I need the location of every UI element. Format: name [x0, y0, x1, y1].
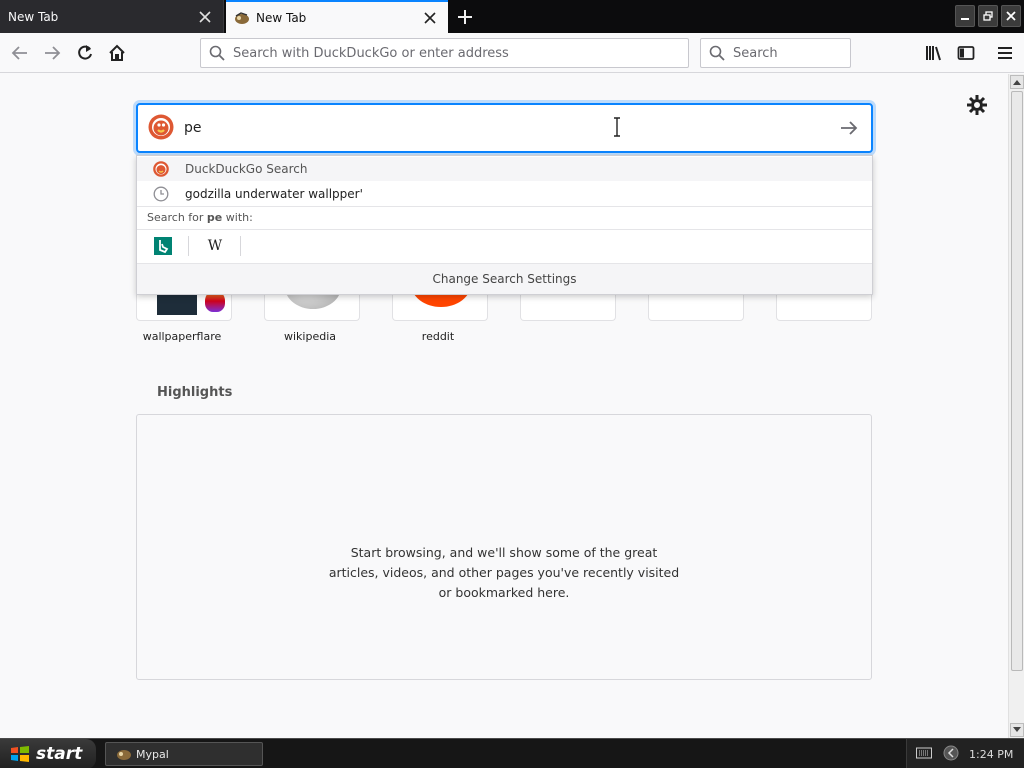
minimize-button[interactable]	[955, 5, 975, 27]
duckduckgo-icon	[153, 161, 169, 177]
search-icon	[709, 45, 725, 61]
close-window-button[interactable]	[1001, 5, 1021, 27]
highlights-empty-message: Start browsing, and we'll show some of t…	[328, 545, 680, 600]
gear-icon[interactable]	[966, 94, 988, 116]
highlights-heading: Highlights	[157, 385, 233, 400]
tab-new-tab-2[interactable]: New Tab	[226, 0, 448, 33]
navigation-toolbar: Search with DuckDuckGo or enter address …	[0, 33, 1024, 73]
new-tab-page: wallpaperflare wikipedia reddit pe DuckD…	[0, 74, 1008, 738]
network-icon[interactable]	[943, 745, 959, 764]
suggestion-history-item[interactable]: godzilla underwater wallpper'	[137, 182, 872, 206]
history-clock-icon	[153, 186, 169, 202]
search-for-prefix: Search for	[147, 211, 207, 224]
sidebar-icon	[957, 46, 975, 60]
back-button[interactable]	[6, 39, 34, 67]
keyboard-icon[interactable]	[916, 747, 932, 762]
tab-strip: New Tab New Tab	[0, 0, 1024, 33]
library-button[interactable]	[920, 39, 948, 67]
taskbar-item-label: Mypal	[136, 747, 169, 761]
new-tab-button[interactable]	[452, 4, 478, 30]
search-suggestions-dropdown: DuckDuckGo Search godzilla underwater wa…	[136, 155, 873, 295]
forward-button[interactable]	[38, 39, 66, 67]
menu-button[interactable]	[991, 39, 1019, 67]
search-for-suffix: with:	[222, 211, 253, 224]
top-site-label: wallpaperflare	[142, 330, 222, 343]
divider	[137, 206, 872, 207]
bing-icon[interactable]	[151, 234, 175, 258]
close-icon[interactable]	[195, 7, 215, 27]
mypal-icon	[117, 750, 131, 760]
system-tray: 1:24 PM	[906, 739, 1024, 768]
windows-logo-icon	[11, 746, 29, 762]
change-search-settings-button[interactable]: Change Search Settings	[137, 264, 872, 294]
forward-arrow-icon	[45, 46, 61, 60]
start-button[interactable]: start	[0, 739, 96, 768]
scroll-up-button[interactable]	[1010, 75, 1024, 89]
taskbar: start Mypal 1:24 PM	[0, 738, 1024, 768]
restore-button[interactable]	[978, 5, 998, 27]
tab-new-tab-1[interactable]: New Tab	[0, 0, 224, 33]
wikipedia-icon[interactable]: W	[203, 234, 227, 258]
start-label: start	[36, 744, 83, 764]
search-query-text: pe	[184, 120, 202, 136]
top-site-label: reddit	[421, 330, 455, 343]
mypal-favicon-icon	[234, 10, 250, 26]
reload-icon	[78, 45, 92, 60]
url-bar[interactable]: Search with DuckDuckGo or enter address	[200, 38, 689, 68]
newtab-search-input[interactable]: pe	[136, 103, 873, 153]
divider	[240, 236, 241, 256]
tab-label: New Tab	[8, 9, 59, 24]
suggestion-engine-search[interactable]: DuckDuckGo Search	[137, 157, 872, 181]
search-bar[interactable]: Search	[700, 38, 851, 68]
back-arrow-icon	[11, 46, 27, 60]
search-for-term: pe	[206, 211, 223, 224]
suggestion-label: godzilla underwater wallpper'	[185, 187, 363, 201]
reload-button[interactable]	[71, 39, 99, 67]
one-off-engines: W	[137, 230, 872, 262]
library-icon	[926, 46, 941, 61]
go-arrow-icon[interactable]	[839, 118, 859, 141]
tab-label: New Tab	[256, 10, 307, 25]
search-icon	[209, 45, 225, 61]
search-placeholder: Search	[733, 45, 778, 61]
scrollbar-thumb[interactable]	[1011, 91, 1023, 671]
home-icon	[109, 44, 125, 61]
clock: 1:24 PM	[969, 747, 1014, 761]
vertical-scrollbar[interactable]	[1008, 74, 1024, 738]
highlights-panel: Start browsing, and we'll show some of t…	[136, 414, 872, 680]
home-button[interactable]	[103, 39, 131, 67]
sidebar-button[interactable]	[952, 39, 980, 67]
plus-icon	[458, 10, 472, 24]
url-placeholder: Search with DuckDuckGo or enter address	[233, 45, 509, 61]
taskbar-item-mypal[interactable]: Mypal	[105, 742, 263, 766]
suggestion-label: DuckDuckGo Search	[185, 162, 308, 176]
text-cursor-icon	[612, 117, 622, 140]
close-icon[interactable]	[420, 8, 440, 28]
hamburger-menu-icon	[998, 47, 1012, 59]
divider	[188, 236, 189, 256]
top-site-label: wikipedia	[283, 330, 336, 343]
scroll-down-button[interactable]	[1010, 723, 1024, 737]
duckduckgo-icon	[148, 114, 174, 143]
search-for-label: Search for pe with:	[147, 211, 253, 224]
